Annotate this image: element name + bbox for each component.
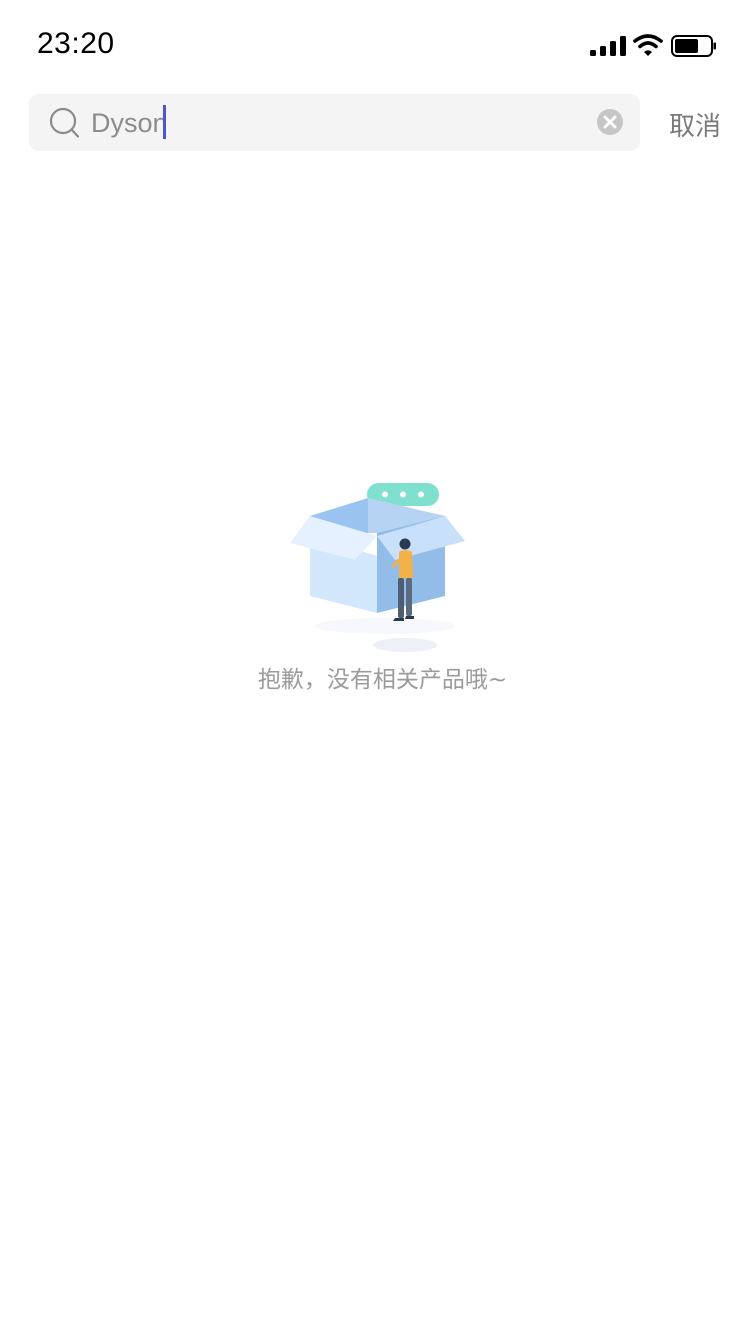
text-caret	[163, 105, 166, 139]
status-bar: 23:20	[0, 0, 750, 88]
clear-icon[interactable]	[596, 108, 624, 136]
status-time: 23:20	[37, 27, 115, 60]
empty-state-message: 抱歉，没有相关产品哦~	[257, 667, 508, 693]
search-bar[interactable]	[29, 94, 640, 151]
search-icon	[49, 107, 80, 138]
battery-icon	[671, 35, 716, 57]
empty-box-illustration	[290, 483, 465, 652]
wifi-icon	[633, 34, 663, 56]
cellular-signal-icon	[590, 36, 626, 56]
cancel-button[interactable]: 取消	[669, 106, 721, 143]
